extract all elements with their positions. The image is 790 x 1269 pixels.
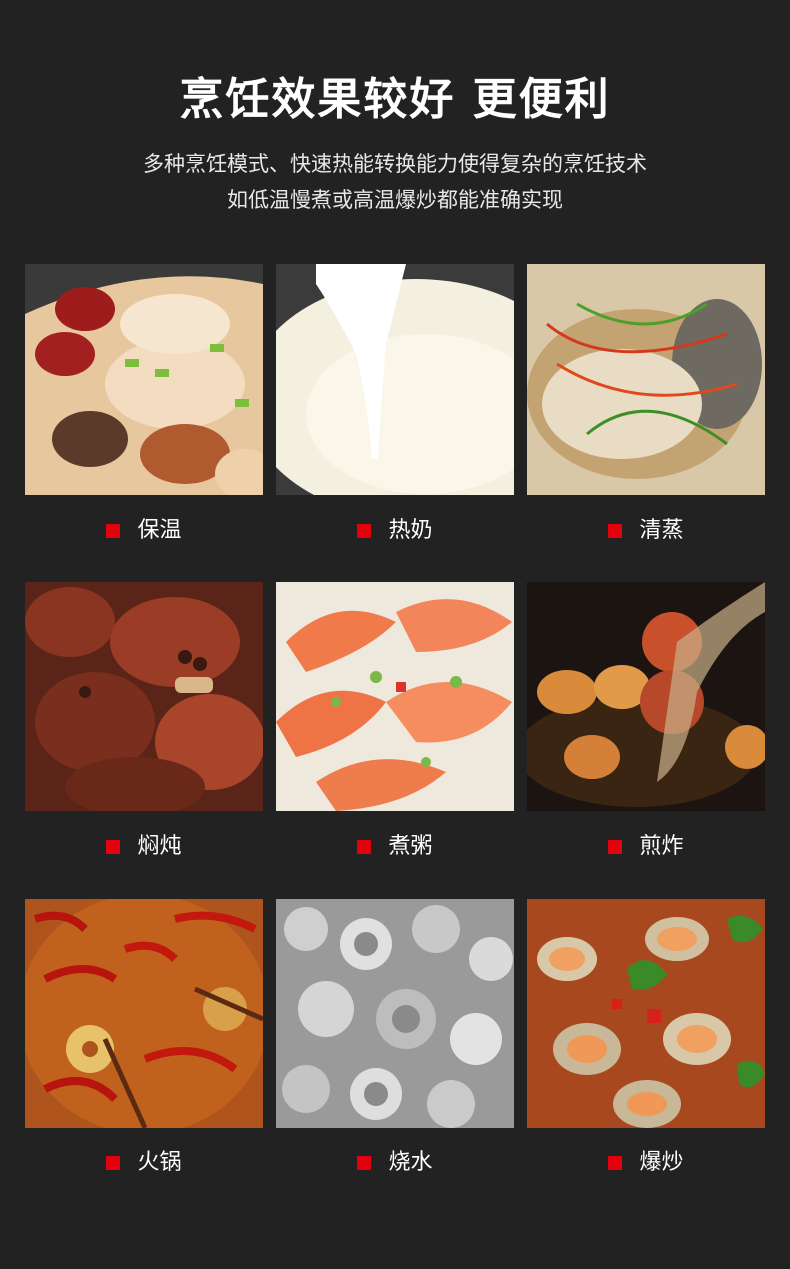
mode-label-keep-warm: 保温	[25, 516, 263, 546]
subtitle-line-1: 多种烹饪模式、快速热能转换能力使得复杂的烹饪技术	[143, 152, 647, 176]
steamed-fish-photo	[527, 264, 765, 495]
mode-label-hot-milk: 热奶	[276, 516, 514, 546]
boiling-water-photo	[276, 899, 514, 1128]
stir-fried-clams-photo	[527, 899, 765, 1128]
mode-label-braise: 焖炖	[25, 832, 263, 862]
red-square-icon	[608, 1156, 623, 1170]
mode-label-boil-water: 烧水	[276, 1148, 514, 1178]
spicy-hotpot-photo	[25, 899, 263, 1128]
braised-pork-trotters-photo	[25, 582, 263, 811]
page-title: 烹饪效果较好 更便利	[179, 74, 611, 125]
mode-label-congee: 煮粥	[276, 832, 514, 862]
mode-label-fry: 煎炸	[527, 832, 765, 862]
red-square-icon	[357, 524, 372, 538]
red-square-icon	[357, 840, 372, 854]
mode-label-hotpot: 火锅	[25, 1148, 263, 1178]
hot-milk-photo	[276, 264, 514, 495]
red-square-icon	[106, 840, 121, 854]
red-square-icon	[608, 840, 623, 854]
fried-meatballs-photo	[527, 582, 765, 811]
red-square-icon	[357, 1156, 372, 1170]
mode-label-steam: 清蒸	[527, 516, 765, 546]
shrimp-congee-photo	[276, 582, 514, 811]
chicken-soup-photo	[25, 264, 263, 495]
subtitle-line-2: 如低温慢煮或高温爆炒都能准确实现	[227, 188, 563, 212]
red-square-icon	[106, 524, 121, 538]
red-square-icon	[608, 524, 623, 538]
red-square-icon	[106, 1156, 121, 1170]
mode-label-stir-fry: 爆炒	[527, 1148, 765, 1178]
